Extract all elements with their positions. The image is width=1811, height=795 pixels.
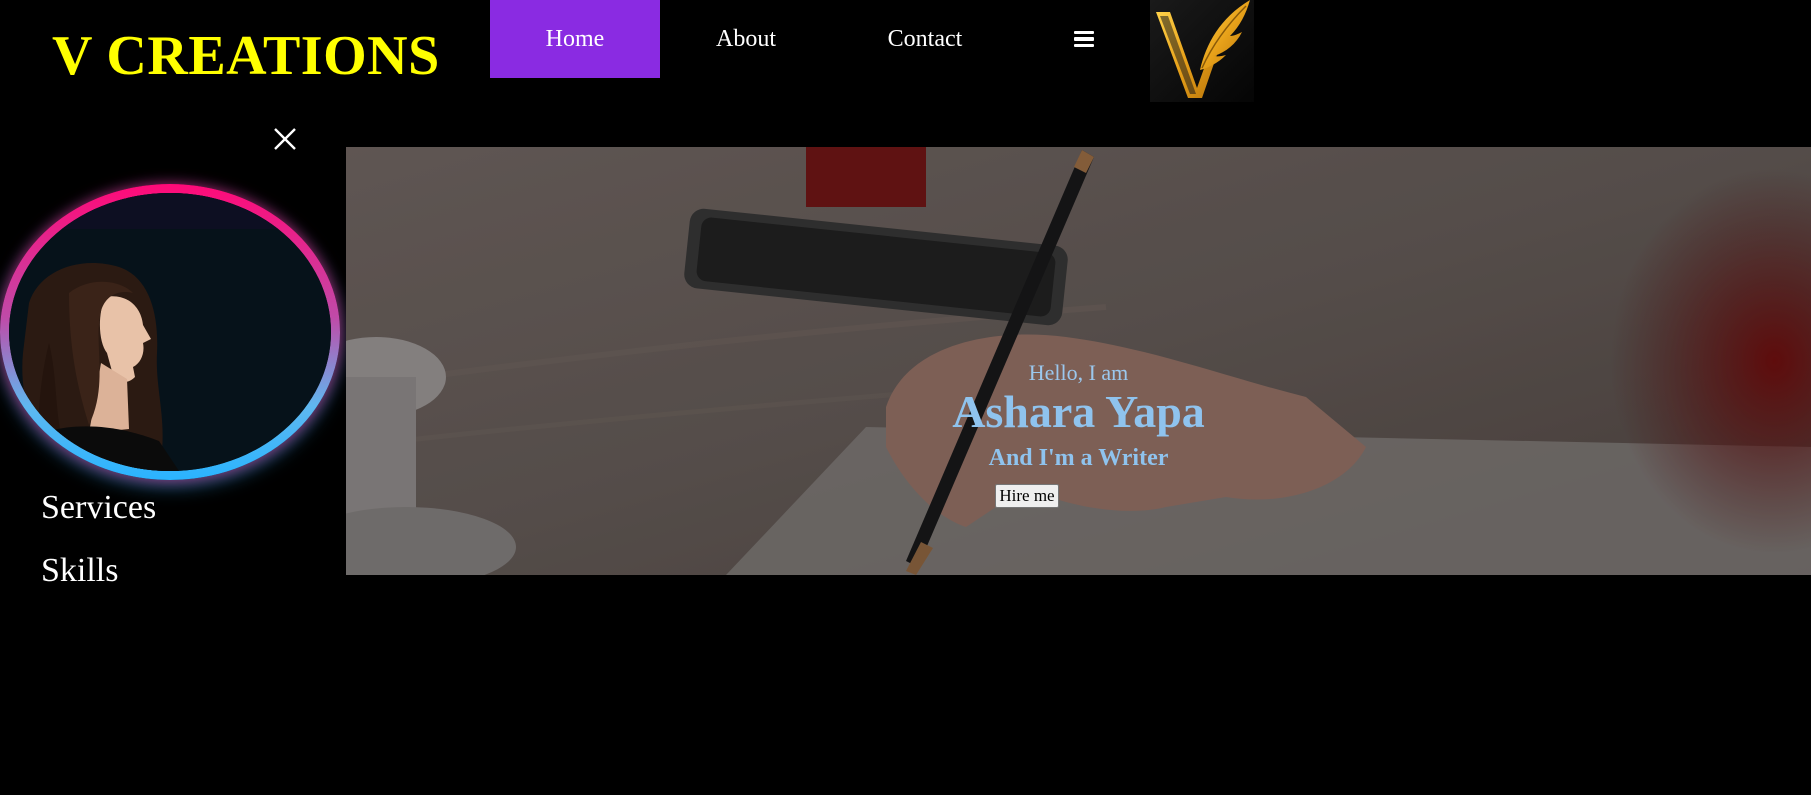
nav-home[interactable]: Home <box>490 0 660 78</box>
avatar <box>9 193 331 471</box>
nav-contact[interactable]: Contact <box>868 0 982 78</box>
close-button[interactable] <box>272 126 298 152</box>
nav-about[interactable]: About <box>696 0 796 78</box>
sidebar-item-skills[interactable]: Skills <box>41 551 118 591</box>
menu-button[interactable] <box>1064 0 1104 78</box>
hero-background-image <box>346 147 1811 575</box>
profile-photo <box>9 193 331 471</box>
hero-banner: Hello, I am Ashara Yapa And I'm a Writer… <box>346 147 1811 575</box>
brand-title: V CREATIONS <box>52 25 440 87</box>
page: V CREATIONS Home About Contact Services … <box>0 0 1811 795</box>
hire-me-button[interactable]: Hire me <box>995 484 1059 508</box>
sidebar-item-services[interactable]: Services <box>41 488 156 528</box>
close-icon <box>274 128 296 150</box>
avatar-frame <box>0 184 340 480</box>
logo <box>1150 0 1254 102</box>
v-feather-logo-icon <box>1156 0 1250 98</box>
hamburger-icon <box>1074 30 1094 48</box>
